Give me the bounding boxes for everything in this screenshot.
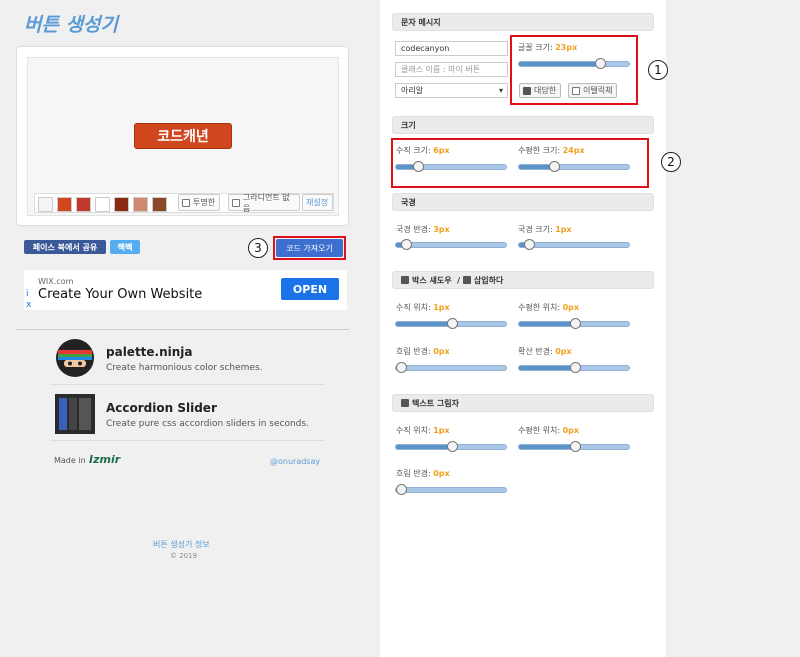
font-size-slider[interactable] — [518, 58, 630, 69]
text-shadow-checkbox[interactable] — [401, 399, 409, 407]
text-blur-slider[interactable] — [395, 484, 507, 495]
ad-close-icon[interactable]: x — [26, 300, 31, 310]
text-blur-label: 흐림 반경: 0px — [396, 469, 450, 478]
slider-handle[interactable] — [524, 239, 536, 250]
slider-handle[interactable] — [396, 484, 407, 495]
font-size-label: 글꼴 크기: 23px — [518, 43, 578, 52]
copyright: © 2019 — [170, 552, 198, 560]
app-description: Create pure css accordion sliders in sec… — [106, 419, 309, 429]
border-size-label: 국경 크기: 1px — [518, 225, 572, 234]
author-link[interactable]: @onuradsay — [270, 457, 320, 466]
app-name: Accordion Slider — [106, 401, 217, 415]
no-gradient-label: 그라디언트 없음 — [242, 192, 290, 213]
ad-source: WIX.com — [38, 277, 74, 286]
izmir-logo[interactable]: Izmir — [89, 453, 120, 466]
color-swatch[interactable] — [57, 197, 72, 212]
class-name-input[interactable]: 클래스 이름 : 마이 버튼 — [395, 62, 508, 77]
ad-info-icon[interactable]: i — [26, 289, 29, 299]
box-shadow-checkbox[interactable] — [401, 276, 409, 284]
slider-handle[interactable] — [569, 362, 581, 373]
transparent-toggle[interactable]: 투명한 — [178, 194, 220, 211]
box-spread-label: 확산 반경: 0px — [518, 347, 572, 356]
box-hpos-label: 수평한 위치: 0px — [518, 303, 580, 312]
preview-button[interactable]: 코드캐년 — [134, 123, 232, 149]
slider-handle[interactable] — [446, 441, 458, 452]
size-section-heading: 크기 — [392, 116, 654, 134]
font-select[interactable]: 아리알 ▾ — [395, 83, 508, 98]
made-in-text: Made in — [54, 456, 86, 465]
border-size-slider[interactable] — [518, 239, 630, 250]
box-blur-slider[interactable] — [395, 362, 507, 373]
get-code-button[interactable]: 코드 가져오기 — [276, 239, 343, 257]
checkbox-icon[interactable] — [572, 86, 580, 95]
annotation-1: 1 — [648, 60, 668, 80]
color-swatch[interactable] — [95, 197, 110, 212]
bold-toggle[interactable]: 대담한 — [519, 83, 561, 98]
text-vpos-label: 수직 위치: 1px — [396, 426, 450, 435]
transparent-label: 투명한 — [193, 198, 216, 207]
ad-open-button[interactable]: OPEN — [281, 278, 339, 300]
box-shadow-section-heading: 박스 섀도우 / 삽입하다 — [392, 271, 654, 289]
color-swatch[interactable] — [133, 197, 148, 212]
border-section-heading: 국경 — [392, 193, 654, 211]
annotation-2: 2 — [661, 152, 681, 172]
border-radius-label: 국경 반경: 3px — [396, 225, 450, 234]
text-shadow-section-heading: 텍스트 그림자 — [392, 394, 654, 412]
box-spread-slider[interactable] — [518, 362, 630, 373]
italic-toggle[interactable]: 이탤릭체 — [568, 83, 617, 98]
slider-handle[interactable] — [401, 239, 413, 250]
ninja-icon — [56, 339, 94, 377]
reset-button[interactable]: 재설정 — [302, 194, 333, 211]
checkbox-icon[interactable] — [232, 198, 240, 207]
box-blur-label: 흐림 반경: 0px — [396, 347, 450, 356]
text-hpos-label: 수평한 위치: 0px — [518, 426, 580, 435]
color-swatch[interactable] — [76, 197, 91, 212]
divider — [16, 329, 349, 330]
app-name: palette.ninja — [106, 345, 193, 359]
text-hpos-slider[interactable] — [518, 441, 630, 452]
accordion-icon — [55, 394, 95, 434]
ad-title[interactable]: Create Your Own Website — [38, 287, 202, 302]
slider-handle[interactable] — [594, 58, 606, 69]
annotation-3: 3 — [248, 238, 268, 258]
app-item-accordion-slider[interactable]: Accordion Slider Create pure css accordi… — [50, 388, 324, 441]
slider-handle[interactable] — [569, 318, 581, 329]
app-item-palette-ninja[interactable]: palette.ninja Create harmonious color sc… — [50, 332, 324, 385]
slider-handle[interactable] — [569, 441, 581, 452]
text-section-heading: 문자 메시지 — [392, 13, 654, 31]
checkbox-icon[interactable] — [182, 198, 190, 207]
app-description: Create harmonious color schemes. — [106, 363, 263, 373]
tweet-button[interactable]: 짹짹 — [110, 240, 140, 254]
color-swatch[interactable] — [38, 197, 53, 212]
checkbox-icon[interactable] — [523, 86, 531, 95]
horizontal-size-label: 수평한 크기: 24px — [518, 146, 585, 155]
border-radius-slider[interactable] — [395, 239, 507, 250]
slider-handle[interactable] — [446, 318, 458, 329]
facebook-share-button[interactable]: 페이스 북에서 공유 — [24, 240, 106, 254]
font-select-value: 아리알 — [401, 86, 424, 95]
chevron-down-icon: ▾ — [498, 86, 503, 95]
inset-checkbox[interactable] — [462, 276, 471, 284]
box-vpos-label: 수직 위치: 1px — [396, 303, 450, 312]
color-swatch[interactable] — [114, 197, 129, 212]
button-text-input[interactable]: codecanyon — [395, 41, 508, 56]
horizontal-size-slider[interactable] — [518, 161, 630, 172]
vertical-size-label: 수직 크기: 6px — [396, 146, 450, 155]
box-vpos-slider[interactable] — [395, 318, 507, 329]
slider-handle[interactable] — [396, 362, 407, 373]
text-vpos-slider[interactable] — [395, 441, 507, 452]
app-title: 버튼 생성기 — [24, 14, 119, 36]
box-hpos-slider[interactable] — [518, 318, 630, 329]
about-link[interactable]: 버튼 생성기 정보 — [153, 539, 210, 550]
no-gradient-toggle[interactable]: 그라디언트 없음 — [228, 192, 300, 213]
vertical-size-slider[interactable] — [395, 161, 507, 172]
color-swatch[interactable] — [152, 197, 167, 212]
